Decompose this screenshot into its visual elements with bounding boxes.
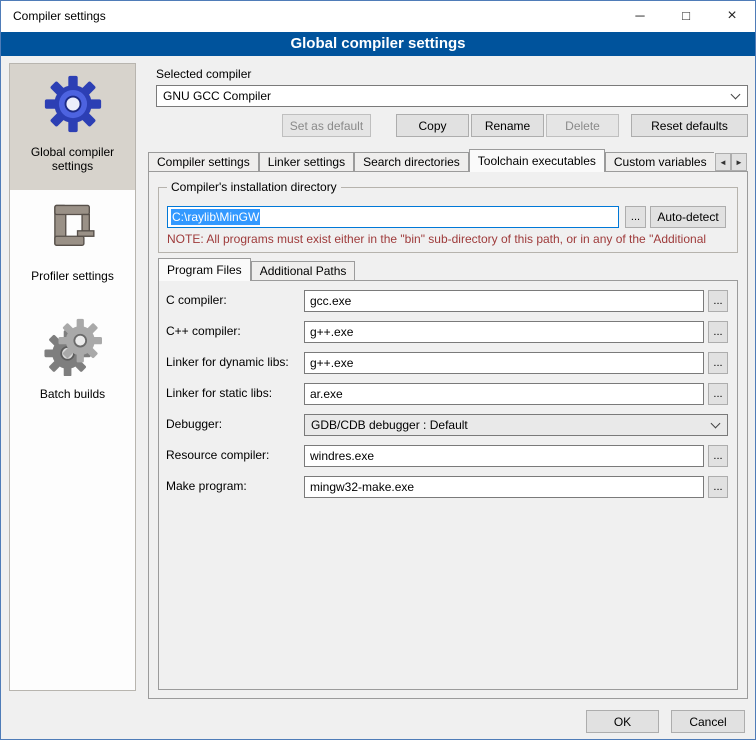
sidebar-item-label: Profiler settings xyxy=(31,269,114,283)
minimize-button[interactable]: ─ xyxy=(617,1,663,32)
installation-groupbox: Compiler's installation directory C:\ray… xyxy=(158,187,738,253)
resource-compiler-input[interactable] xyxy=(304,445,704,467)
field-label: Make program: xyxy=(166,479,247,493)
ok-button[interactable]: OK xyxy=(586,710,659,733)
field-label: C++ compiler: xyxy=(166,324,241,338)
field-label: Resource compiler: xyxy=(166,448,269,462)
c-compiler-input[interactable] xyxy=(304,290,704,312)
sidebar-item-batch-builds[interactable]: Batch builds xyxy=(10,308,135,426)
subtab-program-files[interactable]: Program Files xyxy=(158,258,251,281)
field-row-debugger: Debugger: GDB/CDB debugger : Default xyxy=(158,414,738,436)
compiler-select-value: GNU GCC Compiler xyxy=(163,89,271,103)
debugger-select[interactable]: GDB/CDB debugger : Default xyxy=(304,414,728,436)
tab-toolchain-executables[interactable]: Toolchain executables xyxy=(469,149,605,172)
clamp-tool-icon xyxy=(44,200,102,263)
tab-scroll-right-icon[interactable]: ► xyxy=(731,153,747,171)
close-button[interactable]: × xyxy=(709,1,755,32)
field-row-linker-static: Linker for static libs: ... xyxy=(158,383,738,405)
subtab-strip: Program Files Additional Paths xyxy=(158,258,558,281)
cpp-compiler-input[interactable] xyxy=(304,321,704,343)
chevron-down-icon xyxy=(731,90,741,100)
cancel-button[interactable]: Cancel xyxy=(671,710,745,733)
reset-defaults-button[interactable]: Reset defaults xyxy=(631,114,748,137)
tab-search-directories[interactable]: Search directories xyxy=(354,152,469,171)
delete-button[interactable]: Delete xyxy=(546,114,619,137)
copy-button[interactable]: Copy xyxy=(396,114,469,137)
browse-button[interactable]: ... xyxy=(708,352,728,374)
page-title: Global compiler settings xyxy=(290,35,465,52)
sidebar-item-profiler-settings[interactable]: Profiler settings xyxy=(10,190,135,308)
subtab-additional-paths[interactable]: Additional Paths xyxy=(251,261,356,280)
field-row-linker-dynamic: Linker for dynamic libs: ... xyxy=(158,352,738,374)
installation-path-input[interactable]: C:\raylib\MinGW xyxy=(167,206,619,228)
rename-button[interactable]: Rename xyxy=(471,114,544,137)
sidebar-item-label: Batch builds xyxy=(40,387,105,401)
maximize-button[interactable]: □ xyxy=(663,1,709,32)
selected-compiler-label: Selected compiler xyxy=(156,67,251,81)
field-label: Linker for static libs: xyxy=(166,386,272,400)
browse-button[interactable]: ... xyxy=(708,290,728,312)
tab-scroll-left-icon[interactable]: ◄ xyxy=(715,153,731,171)
browse-button[interactable]: ... xyxy=(708,445,728,467)
compiler-settings-dialog: Compiler settings ─ □ × Global compiler … xyxy=(0,0,756,740)
header-banner: Global compiler settings xyxy=(1,32,755,56)
field-row-make-program: Make program: ... xyxy=(158,476,738,498)
field-label: Debugger: xyxy=(166,417,222,431)
browse-button[interactable]: ... xyxy=(708,321,728,343)
field-row-resource-compiler: Resource compiler: ... xyxy=(158,445,738,467)
gear-blue-icon xyxy=(43,74,103,139)
note-text: NOTE: All programs must exist either in … xyxy=(167,232,733,246)
chevron-down-icon xyxy=(711,419,721,429)
path-selected-text: C:\raylib\MinGW xyxy=(171,209,260,225)
window-title: Compiler settings xyxy=(13,1,106,32)
sidebar: Global compiler settings Profiler settin… xyxy=(9,63,136,691)
linker-static-input[interactable] xyxy=(304,383,704,405)
tab-custom-variables[interactable]: Custom variables xyxy=(605,152,714,171)
field-row-c-compiler: C compiler: ... xyxy=(158,290,738,312)
tab-linker-settings[interactable]: Linker settings xyxy=(259,152,354,171)
compiler-select[interactable]: GNU GCC Compiler xyxy=(156,85,748,107)
installation-group-title: Compiler's installation directory xyxy=(167,180,341,194)
make-program-input[interactable] xyxy=(304,476,704,498)
tab-strip: Compiler settings Linker settings Search… xyxy=(148,149,714,172)
linker-dynamic-input[interactable] xyxy=(304,352,704,374)
gears-stack-icon xyxy=(44,318,102,381)
debugger-select-value: GDB/CDB debugger : Default xyxy=(311,418,468,432)
set-as-default-button[interactable]: Set as default xyxy=(282,114,371,137)
browse-button[interactable]: ... xyxy=(708,476,728,498)
path-browse-button[interactable]: ... xyxy=(625,206,646,228)
sidebar-item-label: Global compiler settings xyxy=(14,145,131,173)
tab-compiler-settings[interactable]: Compiler settings xyxy=(148,152,259,171)
autodetect-button[interactable]: Auto-detect xyxy=(650,206,726,228)
sidebar-item-global-compiler-settings[interactable]: Global compiler settings xyxy=(10,64,135,190)
title-bar[interactable]: Compiler settings ─ □ × xyxy=(1,1,755,32)
browse-button[interactable]: ... xyxy=(708,383,728,405)
field-row-cpp-compiler: C++ compiler: ... xyxy=(158,321,738,343)
field-label: Linker for dynamic libs: xyxy=(166,355,289,369)
field-label: C compiler: xyxy=(166,293,227,307)
